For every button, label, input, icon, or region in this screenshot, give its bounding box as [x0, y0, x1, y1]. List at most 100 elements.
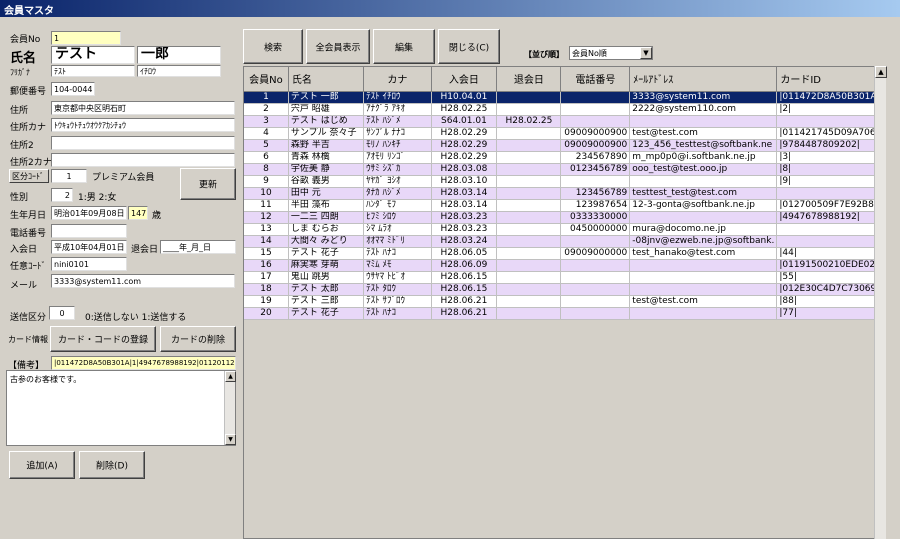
update-button[interactable]: 更新: [180, 168, 236, 200]
cell-card-id[interactable]: |9|: [776, 175, 885, 188]
cell-phone[interactable]: 0333330000: [560, 211, 631, 224]
cell-kana[interactable]: ｱｵﾓﾘ ﾘﾝｺﾞ: [363, 151, 432, 164]
cell-email[interactable]: [629, 307, 778, 320]
cell-email[interactable]: testtest_test@test.com: [629, 187, 778, 200]
cell-kana[interactable]: ｳｻﾔﾏ ﾄﾋﾞｵ: [363, 271, 432, 284]
cell-leave-date[interactable]: H28.02.25: [496, 115, 562, 128]
cell-kana[interactable]: ﾃｽﾄ ﾊﾅｺ: [363, 247, 432, 260]
cell-leave-date[interactable]: [496, 187, 562, 200]
cell-kana[interactable]: ﾓﾘﾉ ﾊﾝｷﾁ: [363, 139, 432, 152]
cell-email[interactable]: [629, 283, 778, 296]
first-kana-field[interactable]: ｲﾁﾛｳ: [137, 65, 221, 77]
table-row[interactable]: 8 宇佐美 静ｳｻﾐ ｼｽﾞｶ H28.03.08 0123456789 ooo_tes…: [244, 163, 885, 176]
cell-kana[interactable]: ﾋﾌﾐ ｼﾛｳ: [363, 211, 432, 224]
search-button[interactable]: 検索: [243, 29, 303, 64]
add-button[interactable]: 追加(A): [9, 451, 75, 479]
cell-name[interactable]: 半田 藻布: [288, 199, 365, 212]
cell-kana[interactable]: ｱﾅｸﾞﾗ ｱｷｵ: [363, 103, 432, 116]
cell-card-id[interactable]: |012700509F7E92B8: [776, 199, 885, 212]
cell-member-no[interactable]: 11: [244, 199, 289, 212]
table-row[interactable]: 17 鬼山 跳男 ｳｻﾔﾏ ﾄﾋﾞｵ H28.06.15 |55|: [244, 271, 885, 284]
cell-join-date[interactable]: H28.06.05: [431, 247, 498, 260]
cell-kana[interactable]: ﾃｽﾄ ｲﾁﾛｳ: [363, 91, 432, 104]
cell-join-date[interactable]: H28.02.29: [431, 139, 498, 152]
cell-card-id[interactable]: |3|: [776, 151, 885, 164]
cell-join-date[interactable]: H28.02.29: [431, 151, 498, 164]
cell-name[interactable]: テスト 花子: [288, 307, 365, 320]
cell-kana[interactable]: ﾃｽﾄ ﾊｼﾞﾒ: [363, 115, 432, 128]
cell-join-date[interactable]: H28.06.15: [431, 283, 498, 296]
cell-member-no[interactable]: 8: [244, 163, 289, 176]
cell-email[interactable]: test@test.com: [629, 295, 778, 308]
cell-phone[interactable]: [560, 271, 631, 284]
cell-member-no[interactable]: 15: [244, 247, 289, 260]
cell-leave-date[interactable]: [496, 247, 562, 260]
cell-member-no[interactable]: 10: [244, 187, 289, 200]
edit-button[interactable]: 編集: [373, 29, 435, 64]
table-row[interactable]: 9 谷畝 義男 ﾔﾔｶﾞ ﾖｼｵ H28.03.10 |9|: [244, 175, 885, 188]
cell-join-date[interactable]: H28.03.08: [431, 163, 498, 176]
cell-leave-date[interactable]: [496, 307, 562, 320]
show-all-button[interactable]: 全会員表示: [306, 29, 370, 64]
cell-kana[interactable]: ﾃｽﾄ ﾀﾛｳ: [363, 283, 432, 296]
cell-leave-date[interactable]: [496, 211, 562, 224]
cell-member-no[interactable]: 6: [244, 151, 289, 164]
cell-leave-date[interactable]: [496, 103, 562, 116]
cell-email[interactable]: [629, 211, 778, 224]
cell-phone[interactable]: [560, 115, 631, 128]
cell-kana[interactable]: ﾃｽﾄ ｻﾌﾞﾛｳ: [363, 295, 432, 308]
cell-join-date[interactable]: H28.03.23: [431, 211, 498, 224]
phone-field[interactable]: [51, 224, 127, 238]
cell-phone[interactable]: [560, 103, 631, 116]
col-phone-header[interactable]: 電話番号: [560, 67, 631, 92]
cell-name[interactable]: 青森 林檎: [288, 151, 365, 164]
address2-field[interactable]: [51, 136, 235, 150]
cell-leave-date[interactable]: [496, 271, 562, 284]
table-row[interactable]: 14 大間々 みどり ｵｵﾏﾏ ﾐﾄﾞﾘ H28.03.24 -08jnv@ezweb.…: [244, 235, 885, 248]
cell-leave-date[interactable]: [496, 127, 562, 140]
chevron-down-icon[interactable]: ▼: [640, 47, 652, 59]
email-field[interactable]: 3333@system11.com: [51, 274, 235, 288]
cell-phone[interactable]: 234567890: [560, 151, 631, 164]
col-leave-date-header[interactable]: 退会日: [496, 67, 562, 92]
cell-member-no[interactable]: 12: [244, 211, 289, 224]
memo-textarea[interactable]: 古参のお客様です。 ▲ ▼: [6, 370, 236, 446]
cell-phone[interactable]: [560, 235, 631, 248]
cell-kana[interactable]: ﾏﾐﾑ ﾒﾓ: [363, 259, 432, 272]
cell-member-no[interactable]: 1: [244, 91, 289, 104]
cell-join-date[interactable]: H28.06.21: [431, 295, 498, 308]
cell-join-date[interactable]: H28.03.14: [431, 199, 498, 212]
cell-join-date[interactable]: H28.03.10: [431, 175, 498, 188]
cell-name[interactable]: 田中 元: [288, 187, 365, 200]
cell-join-date[interactable]: H28.06.21: [431, 307, 498, 320]
cell-name[interactable]: 鬼山 跳男: [288, 271, 365, 284]
table-row[interactable]: 2 宍戸 昭雄 ｱﾅｸﾞﾗ ｱｷｵ H28.02.25 2222@system110.c…: [244, 103, 885, 116]
cell-email[interactable]: 12-3-gonta@softbank.ne.jp: [629, 199, 778, 212]
cell-member-no[interactable]: 4: [244, 127, 289, 140]
cell-kana[interactable]: ｳｻﾐ ｼｽﾞｶ: [363, 163, 432, 176]
cell-phone[interactable]: 09009000900: [560, 139, 631, 152]
cell-member-no[interactable]: 2: [244, 103, 289, 116]
cell-email[interactable]: 123_456_testtest@softbank.ne: [629, 139, 778, 152]
cell-phone[interactable]: 09009000000: [560, 247, 631, 260]
table-row[interactable]: 4 サンプル 奈々子 ｻﾝﾌﾟﾙ ﾅﾅｺ H28.02.29 09009000900 te…: [244, 127, 885, 140]
cell-leave-date[interactable]: [496, 235, 562, 248]
cell-email[interactable]: test_hanako@test.com: [629, 247, 778, 260]
cell-card-id[interactable]: |77|: [776, 307, 885, 320]
first-name-field[interactable]: 一郎: [137, 46, 221, 64]
cell-join-date[interactable]: H28.03.23: [431, 223, 498, 236]
table-row[interactable]: 10 田中 元ﾀﾅｶ ﾊｼﾞﾒ H28.03.14 123456789 testtest…: [244, 187, 885, 200]
cell-kana[interactable]: ｻﾝﾌﾟﾙ ﾅﾅｺ: [363, 127, 432, 140]
cell-member-no[interactable]: 20: [244, 307, 289, 320]
cell-card-id[interactable]: |9784487809202|: [776, 139, 885, 152]
table-row[interactable]: 3 テスト はじめ ﾃｽﾄ ﾊｼﾞﾒ S64.01.01 H28.02.25: [244, 115, 885, 128]
cell-card-id[interactable]: [776, 115, 885, 128]
table-row[interactable]: 1 テスト 一郎 ﾃｽﾄ ｲﾁﾛｳ H10.04.01 3333@system11.co…: [244, 91, 885, 104]
table-row[interactable]: 15 テスト 花子 ﾃｽﾄ ﾊﾅｺ H28.06.05 09009000000 test_…: [244, 247, 885, 260]
table-row[interactable]: 6 青森 林檎 ｱｵﾓﾘ ﾘﾝｺﾞ H28.02.29 234567890 m_mp0p0…: [244, 151, 885, 164]
join-date-field[interactable]: 平成10年04月01日: [51, 240, 127, 254]
cell-phone[interactable]: [560, 295, 631, 308]
cell-kana[interactable]: ｼﾏ ﾑﾗｵ: [363, 223, 432, 236]
cell-phone[interactable]: [560, 91, 631, 104]
cell-card-id[interactable]: |011472D8A50B301A|: [776, 91, 885, 104]
